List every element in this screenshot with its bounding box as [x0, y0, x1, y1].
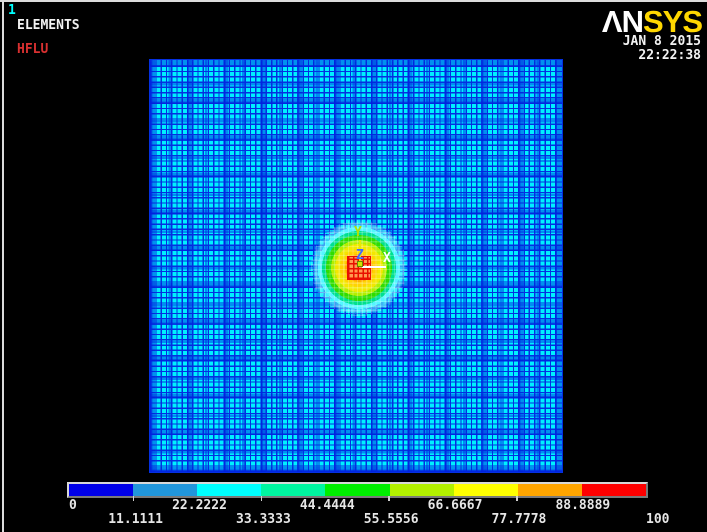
- legend-tick-label: 44.4444: [299, 498, 355, 513]
- window-border-left: [2, 0, 4, 532]
- legend-tick-label: 77.7778: [491, 512, 547, 527]
- legend-segment: [453, 484, 518, 496]
- time-stamp: 22:22:38: [638, 48, 701, 63]
- load-type-label: HFLU: [17, 42, 49, 57]
- legend-tick-label: 55.5556: [363, 512, 419, 527]
- plot-type-label: ELEMENTS: [17, 18, 80, 33]
- legend-segment: [69, 484, 134, 496]
- triad-x-axis-line: [362, 266, 386, 268]
- legend-tick-label: 66.6667: [427, 498, 483, 513]
- window-border-top: [0, 0, 707, 2]
- legend-tick-mark: [132, 496, 135, 501]
- plot-number: 1: [8, 3, 16, 18]
- legend-labels: 0 11.1111 22.2222 33.3333 44.4444 55.5556 66.6…: [69, 496, 669, 528]
- legend-bar: [69, 484, 646, 496]
- legend-segment: [581, 484, 646, 496]
- legend-segment: [133, 484, 198, 496]
- legend-tick-label: 33.3333: [235, 512, 291, 527]
- legend-tick-label: 0: [69, 498, 77, 513]
- legend-segment: [325, 484, 390, 496]
- legend-tick-label: 11.1111: [108, 512, 164, 527]
- legend-tick-mark: [260, 496, 263, 501]
- legend-segment: [197, 484, 262, 496]
- triad-z-label: Z: [356, 248, 364, 263]
- legend-tick-label: 88.8889: [555, 498, 611, 513]
- legend-tick-label: 100: [646, 512, 670, 527]
- legend-tick-label: 22.2222: [172, 498, 227, 513]
- legend-segment: [517, 484, 582, 496]
- ansys-graphics-window: { "header": { "plot_number": "1", "plot_…: [0, 0, 707, 532]
- legend-tick-mark: [516, 496, 518, 501]
- legend-segment: [389, 484, 454, 496]
- legend-tick-mark: [388, 496, 390, 501]
- fe-mesh-viewport[interactable]: Y Z X: [149, 59, 563, 473]
- triad-y-label: Y: [354, 225, 362, 240]
- triad-x-label: X: [383, 251, 391, 266]
- legend-segment: [261, 484, 326, 496]
- date-stamp: JAN 8 2015: [622, 34, 701, 49]
- legend-frame: [67, 482, 648, 498]
